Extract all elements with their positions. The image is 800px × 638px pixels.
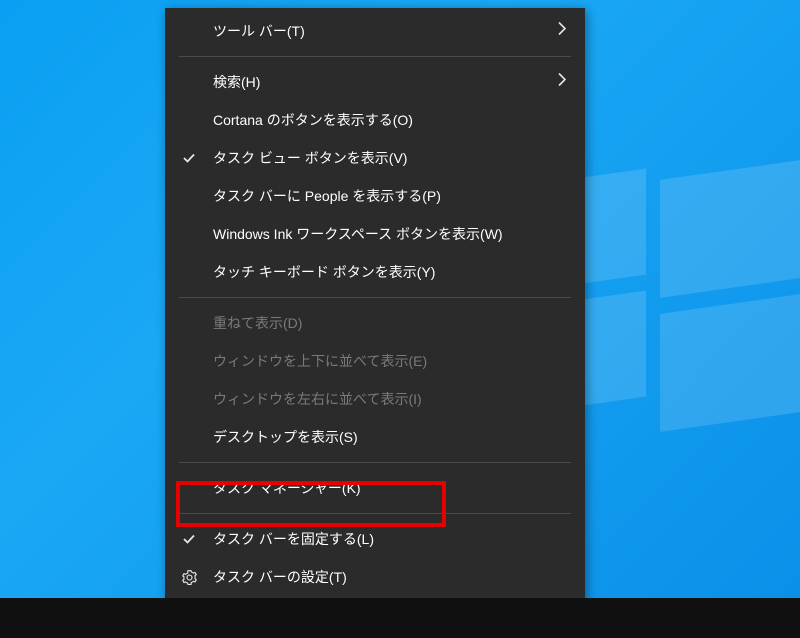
menu-item-search[interactable]: 検索(H) xyxy=(165,63,585,101)
menu-item-taskbar-settings[interactable]: タスク バーの設定(T) xyxy=(165,558,585,596)
menu-item-people[interactable]: タスク バーに People を表示する(P) xyxy=(165,177,585,215)
menu-item-label: デスクトップを表示(S) xyxy=(213,427,358,447)
menu-item-label: タスク ビュー ボタンを表示(V) xyxy=(213,148,407,168)
menu-item-label: ウィンドウを左右に並べて表示(I) xyxy=(213,389,422,409)
menu-item-label: タスク バーを固定する(L) xyxy=(213,529,374,549)
checkmark-icon xyxy=(181,150,197,166)
menu-separator xyxy=(179,297,571,298)
menu-item-touch-keyboard[interactable]: タッチ キーボード ボタンを表示(Y) xyxy=(165,253,585,291)
menu-item-windows-ink[interactable]: Windows Ink ワークスペース ボタンを表示(W) xyxy=(165,215,585,253)
taskbar[interactable] xyxy=(0,598,800,638)
menu-item-label: タッチ キーボード ボタンを表示(Y) xyxy=(213,262,435,282)
menu-item-label: タスク マネージャー(K) xyxy=(213,478,361,498)
chevron-right-icon xyxy=(557,22,567,41)
menu-item-lock-taskbar[interactable]: タスク バーを固定する(L) xyxy=(165,520,585,558)
menu-separator xyxy=(179,513,571,514)
menu-item-label: ウィンドウを上下に並べて表示(E) xyxy=(213,351,427,371)
checkmark-icon xyxy=(181,531,197,547)
menu-item-label: Windows Ink ワークスペース ボタンを表示(W) xyxy=(213,224,503,244)
menu-item-label: タスク バーに People を表示する(P) xyxy=(213,186,441,206)
menu-item-label: Cortana のボタンを表示する(O) xyxy=(213,110,413,130)
menu-item-stack-horizontal: ウィンドウを左右に並べて表示(I) xyxy=(165,380,585,418)
menu-item-task-manager[interactable]: タスク マネージャー(K) xyxy=(165,469,585,507)
chevron-right-icon xyxy=(557,73,567,92)
menu-item-label: 検索(H) xyxy=(213,72,260,92)
menu-item-cortana-button[interactable]: Cortana のボタンを表示する(O) xyxy=(165,101,585,139)
menu-separator xyxy=(179,56,571,57)
menu-item-taskview-button[interactable]: タスク ビュー ボタンを表示(V) xyxy=(165,139,585,177)
menu-item-label: 重ねて表示(D) xyxy=(213,313,302,333)
menu-item-cascade: 重ねて表示(D) xyxy=(165,304,585,342)
menu-item-toolbars[interactable]: ツール バー(T) xyxy=(165,12,585,50)
menu-item-stack-vertical: ウィンドウを上下に並べて表示(E) xyxy=(165,342,585,380)
taskbar-context-menu: ツール バー(T) 検索(H) Cortana のボタンを表示する(O) タスク… xyxy=(165,8,585,602)
menu-item-show-desktop[interactable]: デスクトップを表示(S) xyxy=(165,418,585,456)
gear-icon xyxy=(181,569,197,585)
menu-item-label: タスク バーの設定(T) xyxy=(213,567,347,587)
desktop[interactable]: ツール バー(T) 検索(H) Cortana のボタンを表示する(O) タスク… xyxy=(0,0,800,638)
menu-separator xyxy=(179,462,571,463)
menu-item-label: ツール バー(T) xyxy=(213,21,305,41)
